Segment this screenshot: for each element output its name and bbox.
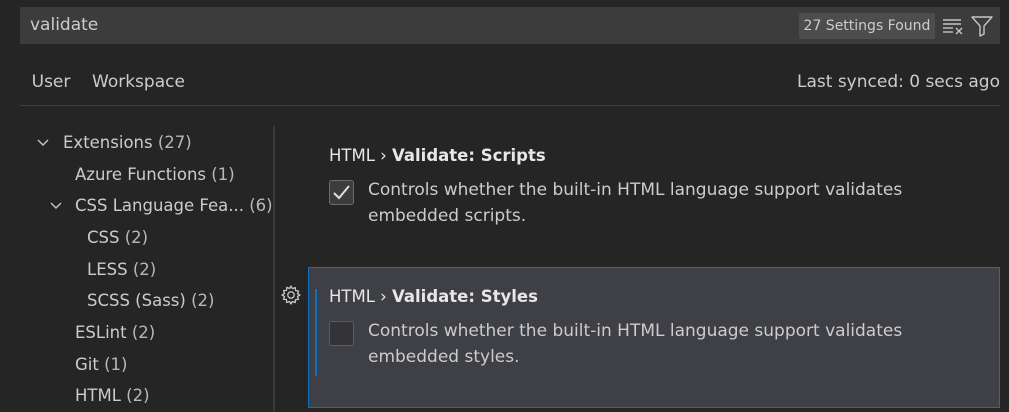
toc-item-less[interactable]: LESS (2) <box>87 255 156 285</box>
clear-filter-icon[interactable] <box>941 14 965 38</box>
chevron-down-icon <box>50 202 62 209</box>
toc-item-count: (27) <box>157 133 192 152</box>
toc-item-scss[interactable]: SCSS (Sass) (2) <box>87 286 214 316</box>
focus-indicator <box>315 289 317 376</box>
settings-search-input[interactable] <box>30 7 730 44</box>
check-icon <box>333 185 350 200</box>
validate-scripts-checkbox[interactable] <box>329 180 354 205</box>
settings-toc: Extensions (27) Azure Functions (1) CSS … <box>0 126 274 412</box>
setting-description: Controls whether the built-in HTML langu… <box>368 180 903 226</box>
tabs-divider <box>20 105 1000 106</box>
toc-item-label: SCSS (Sass) <box>87 291 186 310</box>
toc-item-count: (1) <box>104 355 128 374</box>
tab-user[interactable]: User <box>20 62 82 106</box>
validate-styles-checkbox[interactable] <box>329 321 354 346</box>
sync-status: Last synced: 0 secs ago <box>797 72 1000 92</box>
setting-category: HTML › <box>329 287 393 306</box>
toc-item-label: CSS <box>87 228 120 247</box>
toc-item-html[interactable]: HTML (2) <box>75 381 150 411</box>
filter-icon[interactable] <box>970 14 994 38</box>
toc-item-label: CSS Language Fea... <box>75 196 244 215</box>
setting-html-validate-scripts: HTML › Validate: Scripts Controls whethe… <box>309 128 1000 252</box>
toc-item-css[interactable]: CSS (2) <box>87 223 148 253</box>
toc-item-count: (6) <box>249 196 273 215</box>
setting-description: Controls whether the built-in HTML langu… <box>368 321 903 367</box>
setting-category: HTML › <box>329 146 393 165</box>
toc-item-count: (2) <box>191 291 215 310</box>
toc-item-count: (2) <box>132 260 157 279</box>
toc-item-label: ESLint <box>75 323 127 342</box>
tab-workspace[interactable]: Workspace <box>92 62 185 106</box>
setting-title: HTML › Validate: Scripts <box>329 146 546 165</box>
toc-item-label: HTML <box>75 386 121 405</box>
chevron-down-icon <box>37 139 49 146</box>
toc-item-label: Git <box>75 355 99 374</box>
toc-item-label: Extensions <box>63 133 153 152</box>
toc-item-count: (2) <box>131 323 156 342</box>
toc-item-label: LESS <box>87 260 128 279</box>
setting-title: HTML › Validate: Styles <box>329 287 538 306</box>
setting-key: Validate: Styles <box>392 287 538 306</box>
toc-item-eslint[interactable]: ESLint (2) <box>75 318 155 348</box>
toc-sash[interactable] <box>273 126 275 412</box>
toc-item-count: (1) <box>211 165 235 184</box>
toc-item-azure-functions[interactable]: Azure Functions (1) <box>75 160 235 190</box>
settings-found-badge: 27 Settings Found <box>799 13 935 39</box>
settings-search-bar: 27 Settings Found <box>20 7 1000 44</box>
setting-html-validate-styles: HTML › Validate: Styles Controls whether… <box>308 267 1000 408</box>
setting-key: Validate: Scripts <box>392 146 546 165</box>
toc-item-label: Azure Functions <box>75 165 207 184</box>
gear-icon[interactable] <box>280 284 302 306</box>
toc-item-count: (2) <box>124 228 149 247</box>
toc-item-count: (2) <box>126 386 150 405</box>
toc-item-git[interactable]: Git (1) <box>75 350 127 380</box>
